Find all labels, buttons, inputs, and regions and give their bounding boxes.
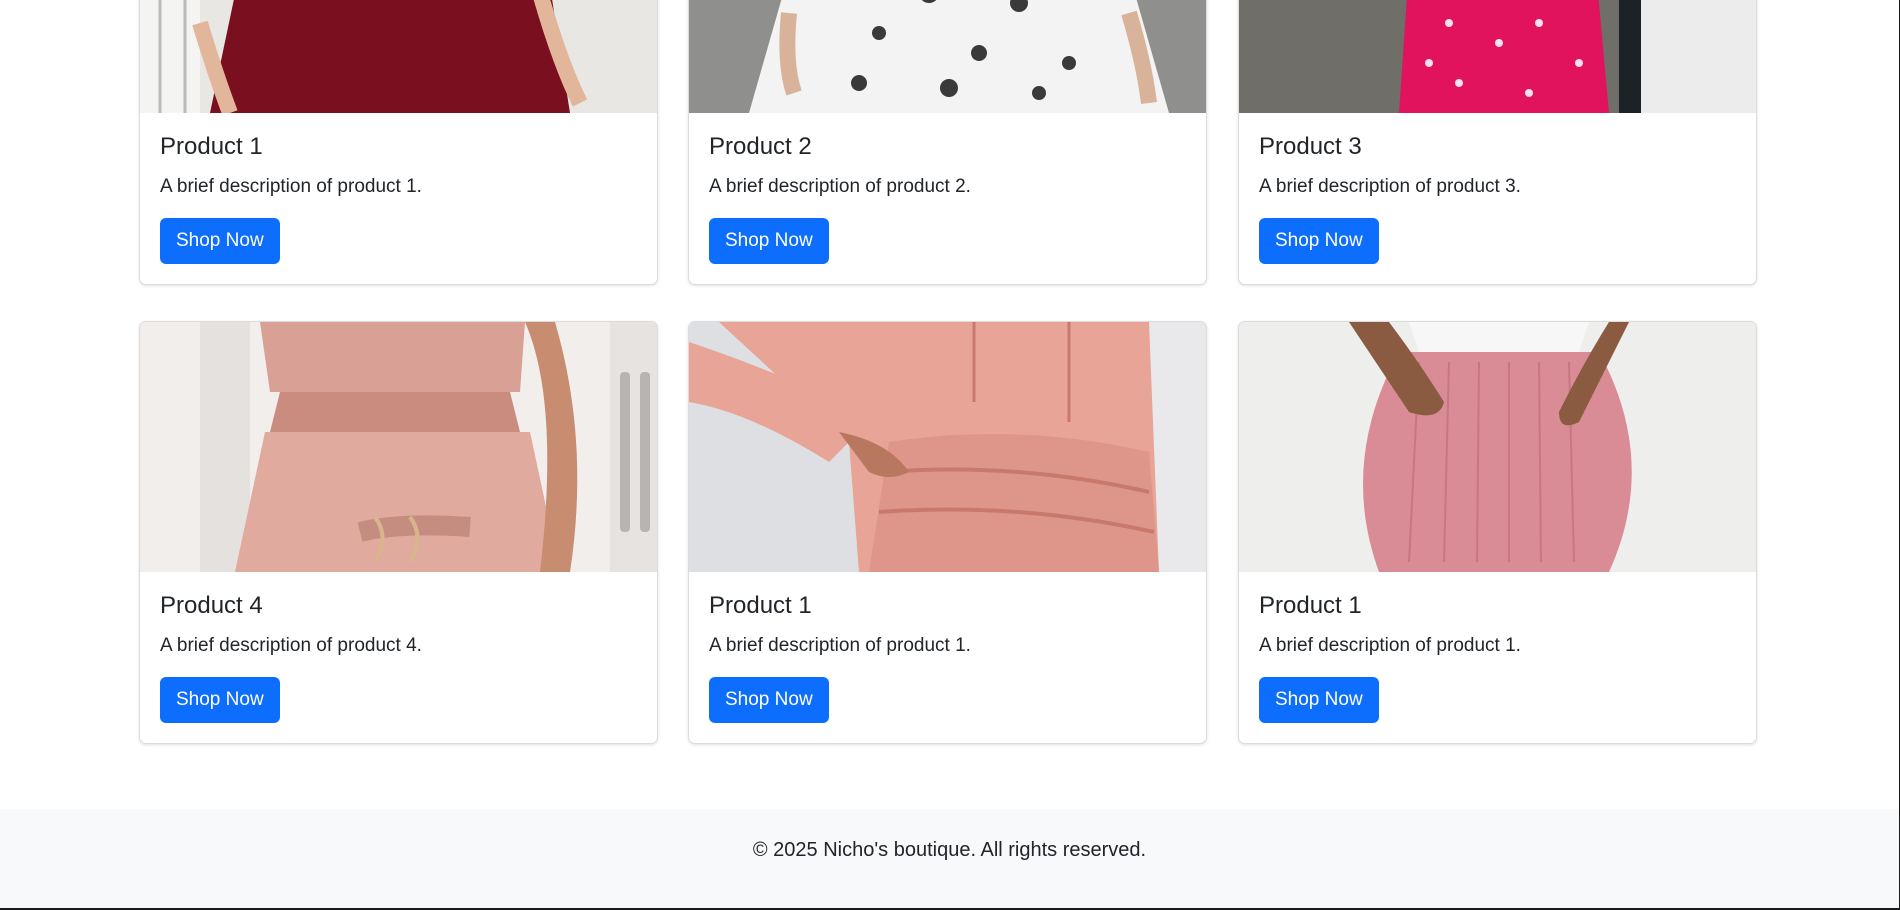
product-title: Product 1 [160, 133, 263, 160]
product-image[interactable] [689, 322, 1206, 572]
shop-now-button[interactable]: Shop Now [709, 218, 829, 264]
product-title: Product 1 [709, 592, 812, 619]
product-image[interactable] [140, 322, 657, 572]
page: Product 1 A brief description of product… [0, 0, 1899, 908]
product-description: A brief description of product 1. [1259, 635, 1521, 656]
footer-copyright: © 2025 Nicho's boutique. All rights rese… [752, 839, 1147, 861]
shop-now-button[interactable]: Shop Now [160, 218, 280, 264]
product-description: A brief description of product 1. [709, 635, 971, 656]
product-card: Product 1 A brief description of product… [1238, 321, 1757, 744]
product-image[interactable] [689, 0, 1206, 113]
product-card: Product 4 A brief description of product… [139, 321, 658, 744]
shop-now-button[interactable]: Shop Now [160, 677, 280, 723]
shop-now-button[interactable]: Shop Now [709, 677, 829, 723]
product-description: A brief description of product 2. [709, 176, 971, 197]
shop-now-button[interactable]: Shop Now [1259, 677, 1379, 723]
product-image[interactable] [140, 0, 657, 113]
product-image[interactable] [1239, 0, 1756, 113]
shop-now-button[interactable]: Shop Now [1259, 218, 1379, 264]
product-description: A brief description of product 4. [160, 635, 422, 656]
product-title: Product 3 [1259, 133, 1362, 160]
product-card: Product 1 A brief description of product… [688, 321, 1207, 744]
footer: © 2025 Nicho's boutique. All rights rese… [0, 809, 1899, 908]
product-title: Product 1 [1259, 592, 1362, 619]
product-description: A brief description of product 1. [160, 176, 422, 197]
product-image[interactable] [1239, 322, 1756, 572]
product-card: Product 2 A brief description of product… [688, 0, 1207, 285]
product-title: Product 4 [160, 592, 263, 619]
product-description: A brief description of product 3. [1259, 176, 1521, 197]
product-card: Product 1 A brief description of product… [139, 0, 658, 285]
product-card: Product 3 A brief description of product… [1238, 0, 1757, 285]
product-title: Product 2 [709, 133, 812, 160]
